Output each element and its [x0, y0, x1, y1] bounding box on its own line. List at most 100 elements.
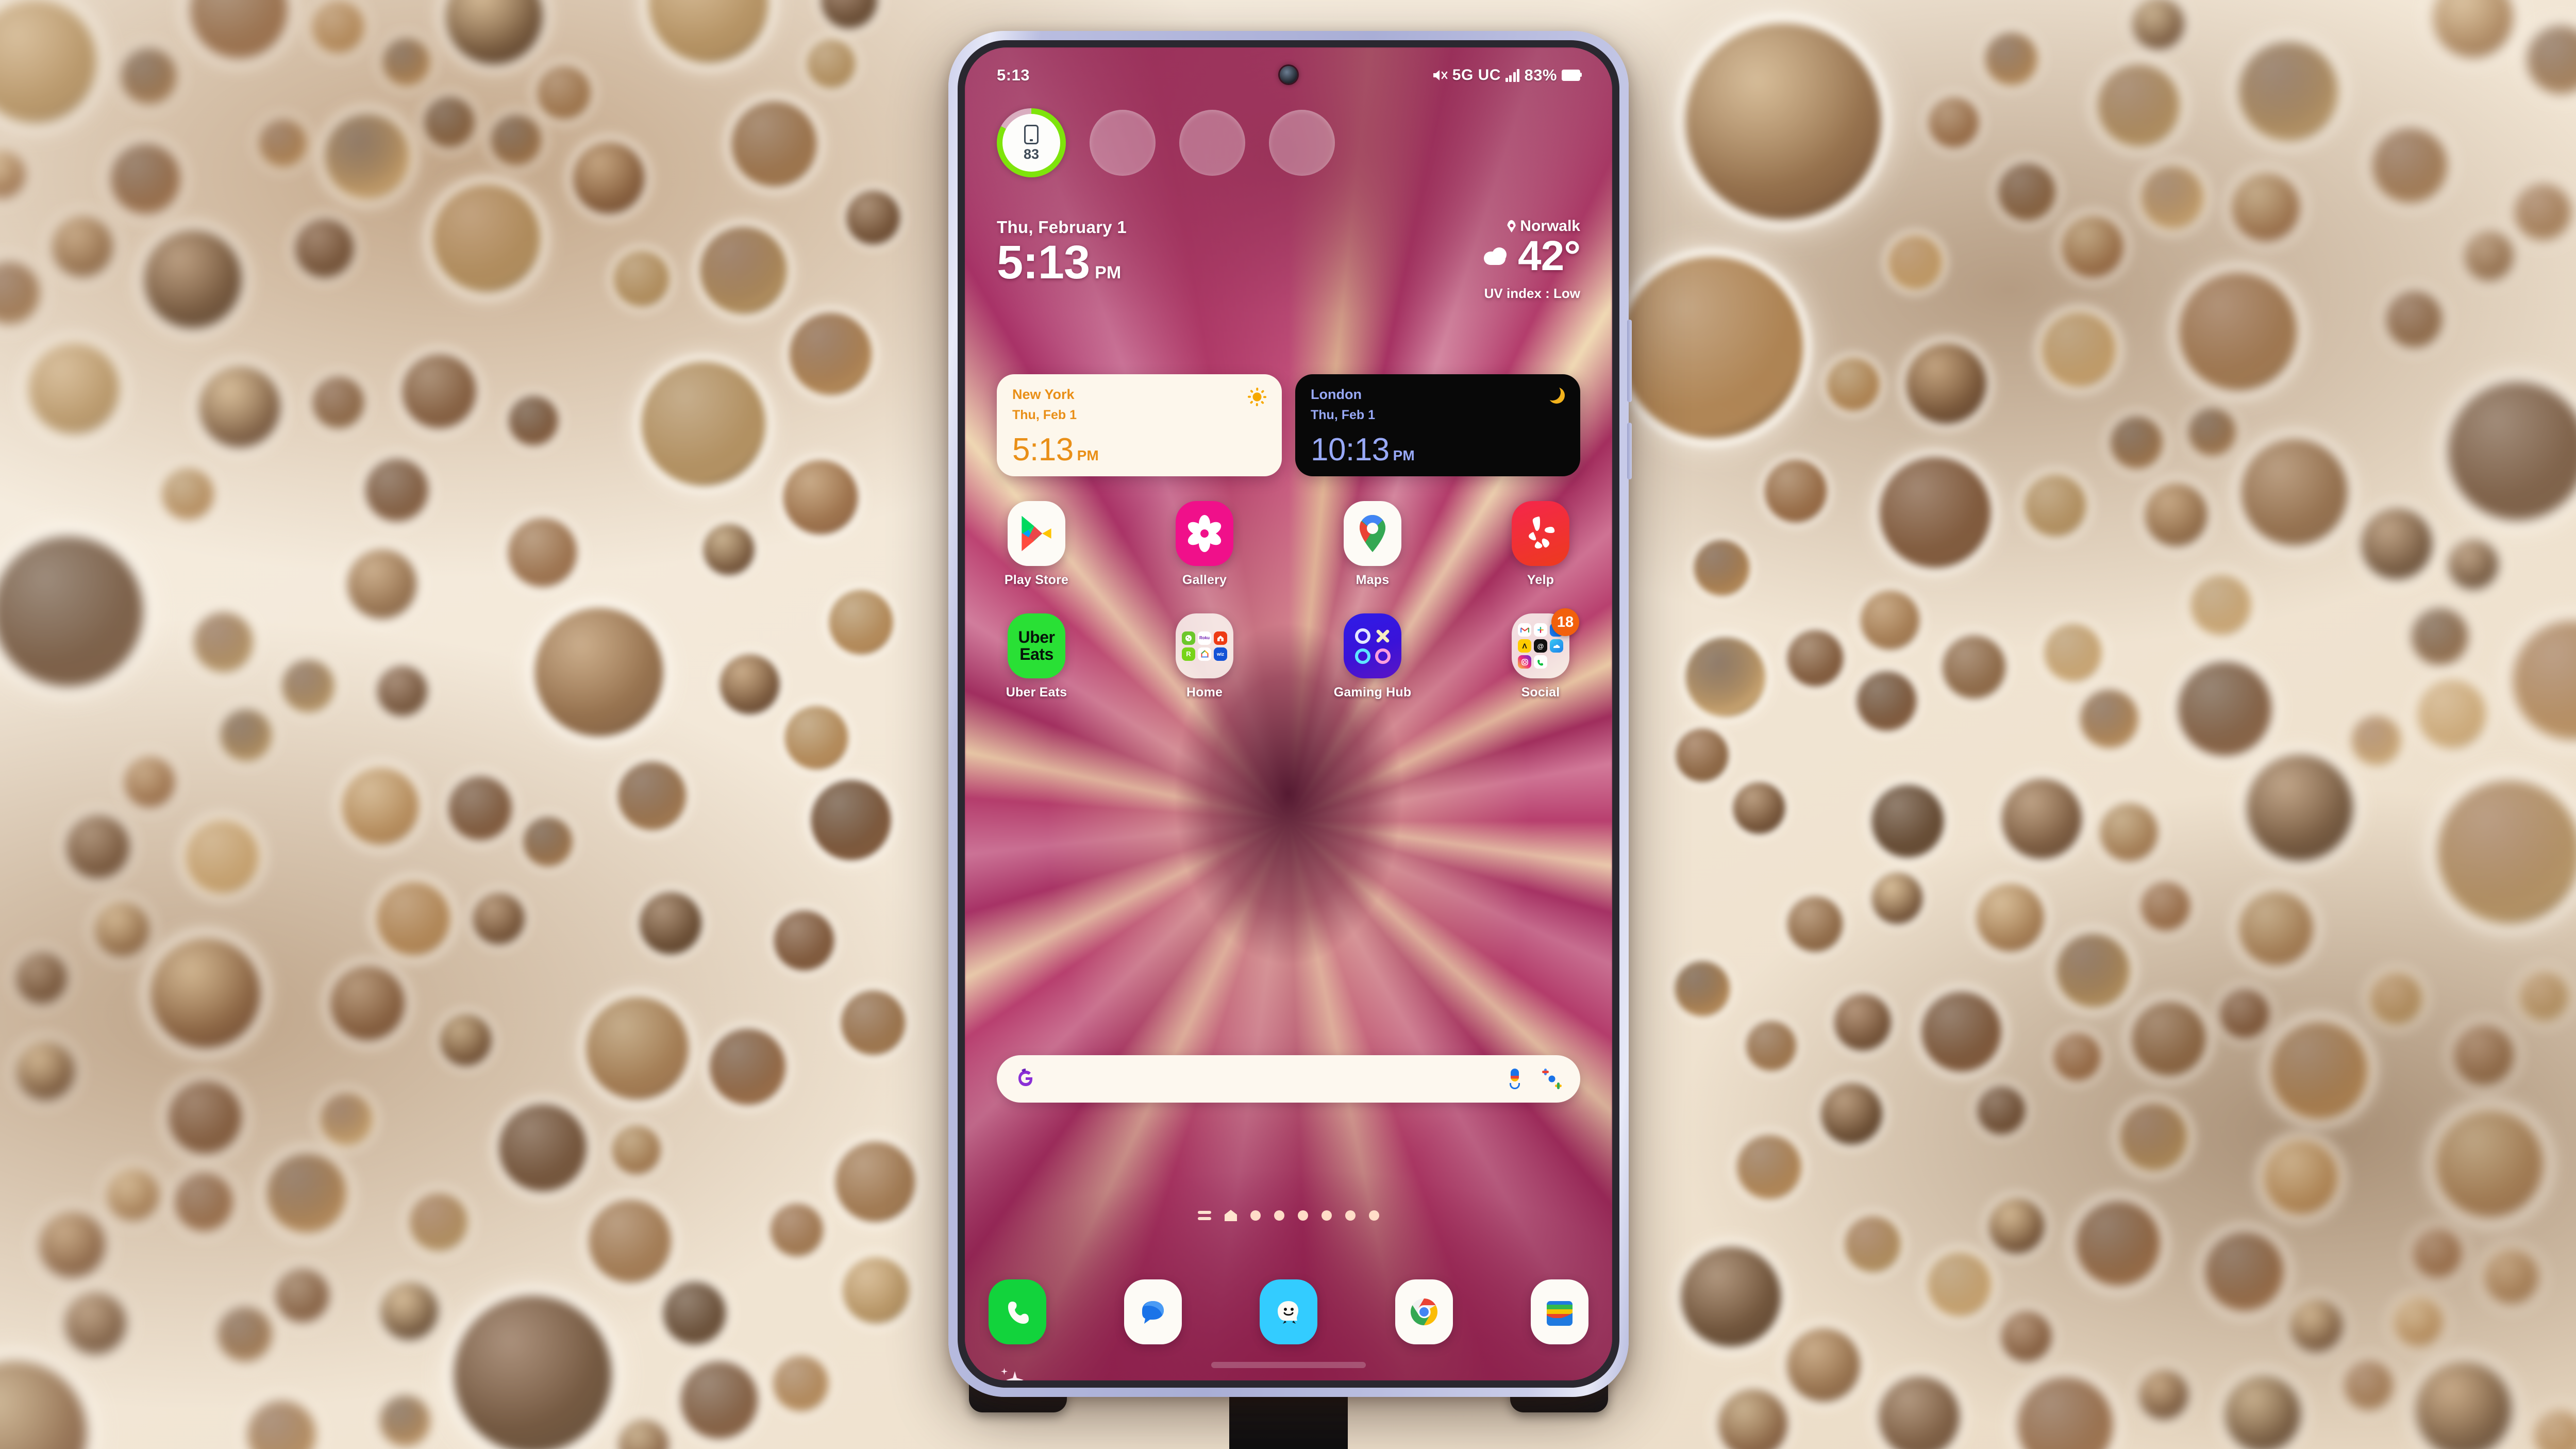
background-circle — [161, 467, 215, 521]
background-circle — [1787, 630, 1844, 687]
background-circle — [379, 1395, 431, 1447]
background-circle — [266, 1152, 347, 1234]
background-circle — [38, 1210, 107, 1279]
world-clock-meridiem: PM — [1077, 447, 1099, 463]
background-circle — [143, 229, 243, 329]
background-circle — [120, 47, 178, 106]
uber-eats-icon: Uber Eats — [1008, 613, 1065, 678]
background-circle — [2055, 932, 2131, 1009]
background-circle — [731, 100, 817, 187]
background-circle — [703, 524, 755, 576]
messages-icon[interactable] — [1124, 1279, 1182, 1344]
background-circle — [1977, 1086, 2027, 1136]
moon-icon — [1545, 387, 1566, 407]
background-circle — [1871, 872, 1923, 924]
world-clock-london[interactable]: London Thu, Feb 1 10:13 PM — [1295, 374, 1580, 476]
background-circle — [319, 1091, 374, 1146]
power-button[interactable] — [1627, 423, 1632, 479]
background-circle — [2178, 661, 2272, 756]
chrome-icon[interactable] — [1395, 1279, 1453, 1344]
folder-home[interactable]: Roku R wiz Home — [1158, 613, 1251, 700]
background-circle — [1786, 1328, 1861, 1403]
galaxy-ai-sparkle-icon[interactable] — [1001, 1367, 1031, 1380]
status-badge: 18 — [1551, 608, 1579, 636]
cloud-icon — [1483, 247, 1512, 265]
volume-button[interactable] — [1627, 320, 1632, 402]
page-dot[interactable] — [1274, 1210, 1284, 1221]
background-circle — [106, 1167, 160, 1222]
world-clock-time-row: 10:13 PM — [1311, 434, 1415, 466]
weather-icon — [1550, 639, 1563, 653]
google-maps-icon — [1344, 501, 1401, 566]
background-circle — [1905, 342, 1987, 424]
background-circle — [806, 38, 857, 89]
weather-widget[interactable]: Norwalk 42° UV index : Low — [1483, 218, 1581, 302]
background-circle — [1685, 23, 1882, 220]
background-circle — [1736, 1134, 1802, 1200]
background-circle — [2350, 715, 2402, 766]
roku-icon: Roku — [1198, 631, 1211, 645]
background-circle — [376, 665, 428, 717]
background-circle — [846, 190, 901, 245]
wiz-icon: wiz — [1214, 647, 1227, 661]
waze-icon[interactable] — [1260, 1279, 1317, 1344]
app-label: Gaming Hub — [1333, 685, 1412, 699]
background-circle — [1879, 456, 1991, 569]
app-label: Social — [1521, 685, 1560, 699]
background-circle — [772, 1355, 829, 1411]
microphone-icon[interactable] — [1509, 1069, 1520, 1089]
background-circle — [617, 761, 687, 831]
google-search-bar[interactable] — [997, 1055, 1580, 1103]
play-store-icon — [1008, 501, 1065, 566]
google-lens-icon[interactable] — [1542, 1069, 1562, 1089]
page-dot[interactable] — [1298, 1210, 1308, 1221]
background-circle — [2448, 539, 2499, 590]
background-circle — [217, 1306, 273, 1362]
app-list-icon[interactable] — [1198, 1211, 1211, 1220]
background-circle — [680, 1361, 759, 1440]
background-circle — [2052, 1031, 2102, 1082]
background-circle — [784, 706, 848, 770]
gesture-nav-pill[interactable] — [1211, 1362, 1366, 1368]
background-circle — [840, 990, 906, 1056]
folder-social[interactable]: f Λ @ — [1494, 608, 1587, 700]
app-yelp[interactable]: Yelp — [1494, 501, 1587, 588]
empty-widget-slot[interactable] — [1179, 110, 1245, 176]
background-circle — [2452, 1023, 2516, 1087]
clock-widget[interactable]: Thu, February 1 5:13 PM — [997, 218, 1127, 286]
page-dot[interactable] — [1250, 1210, 1261, 1221]
app-gaming-hub[interactable]: Gaming Hub — [1326, 613, 1419, 700]
app-maps[interactable]: Maps — [1326, 501, 1419, 588]
page-dot[interactable] — [1322, 1210, 1332, 1221]
gaming-hub-glyphs — [1354, 628, 1391, 664]
app-play-store[interactable]: Play Store — [990, 501, 1083, 588]
empty-widget-slot[interactable] — [1090, 110, 1156, 176]
app-gallery[interactable]: Gallery — [1158, 501, 1251, 588]
background-circle — [611, 1125, 662, 1175]
home-page-icon[interactable] — [1225, 1210, 1237, 1221]
empty-widget-slot[interactable] — [1269, 110, 1335, 176]
battery-percent-label: 83% — [1524, 66, 1557, 84]
world-clock-widgets: New York Thu, Feb 1 5:13 PM London Thu, … — [997, 374, 1580, 476]
background-circle — [2218, 988, 2270, 1040]
world-clock-new-york[interactable]: New York Thu, Feb 1 5:13 PM — [997, 374, 1282, 476]
samsung-wallet-icon[interactable] — [1531, 1279, 1588, 1344]
background-circle — [2131, 1001, 2207, 1077]
app-uber-eats[interactable]: Uber Eats Uber Eats — [990, 613, 1083, 700]
background-circle — [789, 312, 873, 396]
app-label: Home — [1186, 685, 1223, 699]
background-circle — [2434, 1108, 2545, 1219]
page-dot[interactable] — [1369, 1210, 1379, 1221]
status-bar-right: 5G UC 83% — [1432, 66, 1582, 85]
background-circle — [1844, 1215, 1902, 1273]
background-circle — [2144, 482, 2209, 547]
background-circle — [2416, 678, 2487, 750]
phone-outline-icon — [1024, 124, 1039, 144]
background-circle — [1997, 162, 2057, 222]
clock-weather-widget[interactable]: Thu, February 1 5:13 PM Norwalk 42° UV i… — [997, 218, 1581, 302]
background-circle — [379, 1281, 439, 1341]
page-dot[interactable] — [1345, 1210, 1356, 1221]
gallery-flower-icon — [1176, 501, 1233, 566]
phone-dialer-icon[interactable] — [989, 1279, 1046, 1344]
battery-ring-widget[interactable]: 83 — [997, 108, 1066, 177]
